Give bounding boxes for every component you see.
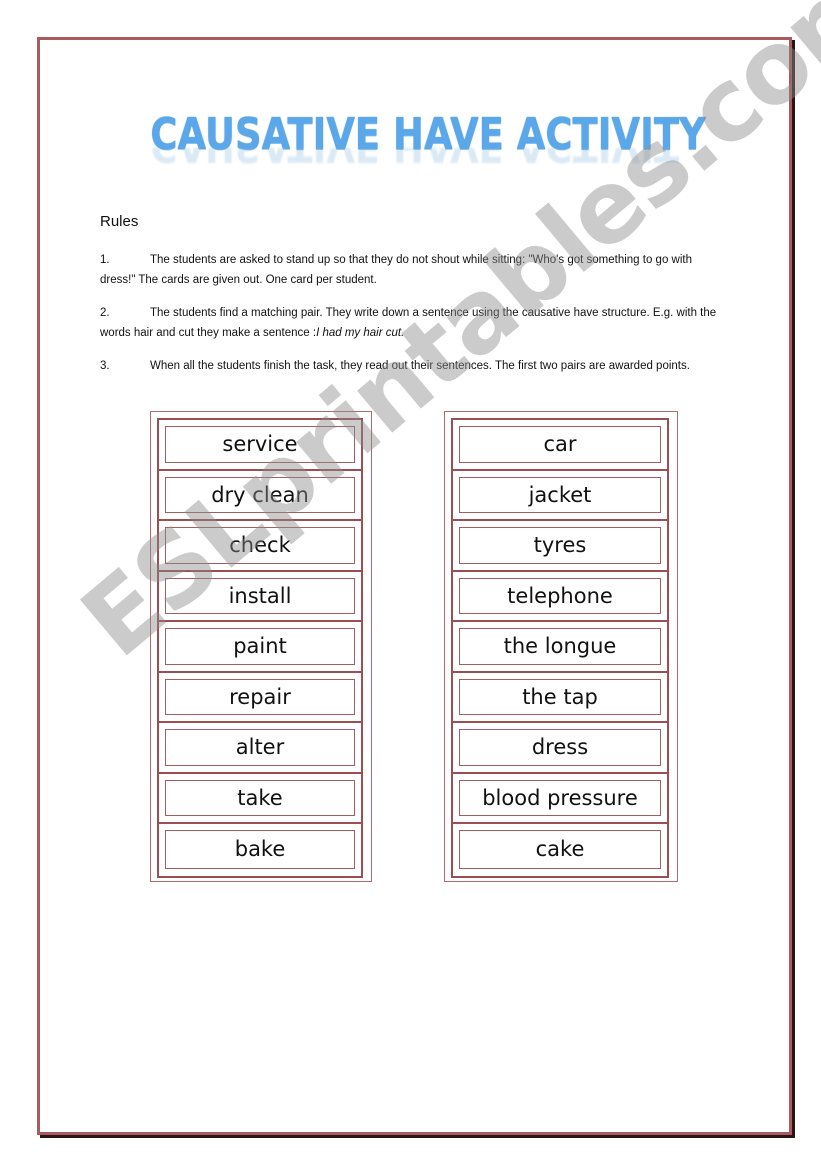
noun-card: dress (459, 729, 661, 766)
rule-text: The students are asked to stand up so th… (100, 254, 692, 286)
rule-3: 3. When all the students finish the task,… (100, 356, 718, 376)
noun-card: the tap (459, 678, 661, 715)
noun-card: cake (459, 830, 661, 869)
verb-row: check (159, 521, 361, 572)
noun-card: car (459, 426, 661, 463)
verb-row: service (159, 420, 361, 471)
rule-text: When all the students finish the task, t… (150, 360, 690, 372)
noun-card: blood pressure (459, 779, 661, 816)
noun-row: dress (453, 723, 667, 774)
rule-number: 2. (100, 307, 110, 319)
noun-row: telephone (453, 572, 667, 622)
rule-example: I had my hair cut. (316, 327, 405, 339)
verb-card: bake (165, 830, 355, 869)
verb-row: install (159, 572, 361, 622)
verb-cards-inner: service dry clean check install paint repair a… (157, 418, 363, 878)
noun-card: telephone (459, 577, 661, 614)
noun-row: cake (453, 824, 667, 875)
verb-row: repair (159, 673, 361, 723)
rule-number: 1. (100, 254, 110, 266)
title-reflection: CAUSATIVE HAVE ACTIVITY (150, 148, 679, 172)
verb-row: take (159, 774, 361, 824)
rules-heading: Rules (100, 213, 139, 230)
verb-card: take (165, 779, 355, 816)
verb-row: bake (159, 824, 361, 875)
verb-row: paint (159, 622, 361, 673)
verb-card: repair (165, 678, 355, 715)
rule-text: The students find a matching pair. They … (100, 307, 717, 339)
noun-card: the longue (459, 628, 661, 665)
verb-card: service (165, 426, 355, 463)
noun-cards-inner: car jacket tyres telephone the longue the tap… (451, 418, 669, 878)
verb-card: dry clean (165, 476, 355, 513)
verb-card: paint (165, 628, 355, 665)
verb-row: alter (159, 723, 361, 774)
verb-card: check (165, 527, 355, 564)
noun-row: tyres (453, 521, 667, 572)
noun-row: the tap (453, 673, 667, 723)
verb-cards-table: service dry clean check install paint repair a… (150, 411, 372, 882)
verb-card: install (165, 577, 355, 614)
verb-row: dry clean (159, 471, 361, 521)
noun-card: tyres (459, 527, 661, 564)
rule-2: 2. The students find a matching pair. The… (100, 303, 718, 343)
noun-row: the longue (453, 622, 667, 673)
noun-row: car (453, 420, 667, 471)
rule-1: 1. The students are asked to stand up so … (100, 250, 718, 290)
title-block: CAUSATIVE HAVE ACTIVITY CAUSATIVE HAVE A… (100, 108, 730, 198)
rule-number: 3. (100, 360, 110, 372)
verb-card: alter (165, 729, 355, 766)
noun-row: jacket (453, 471, 667, 521)
noun-row: blood pressure (453, 774, 667, 824)
noun-cards-table: car jacket tyres telephone the longue the tap… (444, 411, 678, 882)
noun-card: jacket (459, 476, 661, 513)
